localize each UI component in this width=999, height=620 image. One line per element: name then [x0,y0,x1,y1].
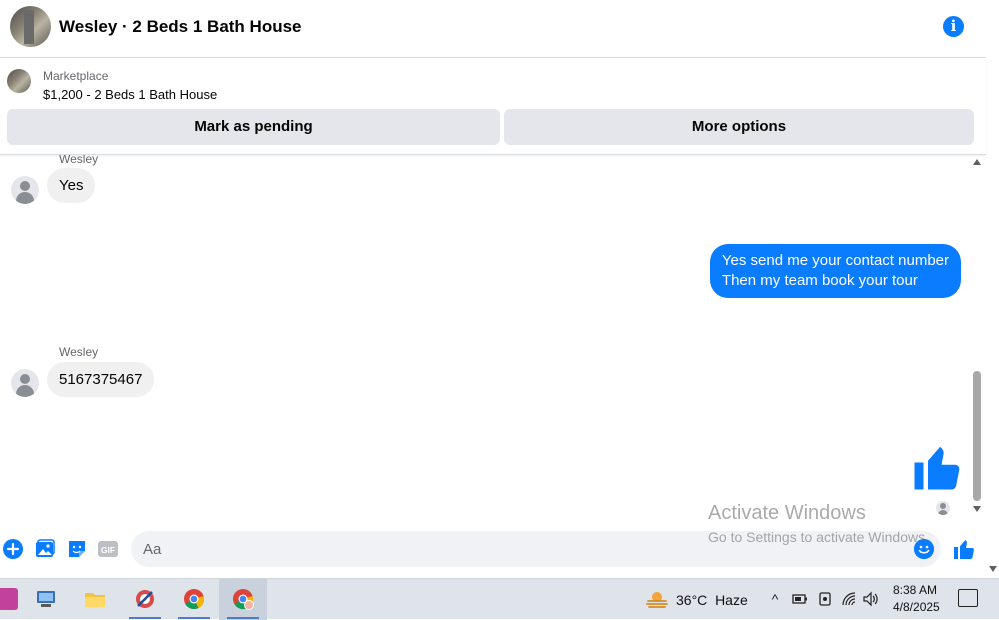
sender-name: Wesley [59,345,99,359]
emoji-icon[interactable] [914,539,934,559]
listing-item-title[interactable]: $1,200 - 2 Beds 1 Bath House [43,87,217,102]
app-icon [0,588,18,610]
gif-icon[interactable]: GIF [98,539,118,559]
weather-temp: 36°C [676,592,708,608]
weather-widget[interactable]: 36°C Haze [676,592,748,608]
listing-avatar[interactable] [10,6,51,47]
image-icon[interactable] [35,539,55,559]
info-icon[interactable]: i [943,16,964,37]
message-list: Wesley Yes Yes send me your contact numb… [0,155,970,517]
taskbar-app-file-explorer[interactable] [71,579,119,620]
avatar[interactable] [11,369,39,397]
snipping-tool-icon [136,590,154,608]
message-input[interactable] [131,531,941,567]
thumbs-up-icon[interactable] [910,440,964,494]
conversation-header: Wesley · 2 Beds 1 Bath House i [0,0,986,58]
taskbar-app-chrome[interactable] [170,579,218,620]
thumbs-up-icon[interactable] [952,537,976,561]
wifi-icon[interactable] [841,591,857,607]
message-bubble-incoming[interactable]: 5167375467 [47,362,155,397]
notification-icon[interactable] [958,589,978,607]
listing-thumbnail[interactable] [7,69,31,93]
scroll-up-arrow[interactable] [973,159,981,165]
taskbar-app-snipping[interactable] [121,579,169,620]
page-scroll-down-arrow[interactable] [989,566,997,572]
marketplace-listing-bar: Marketplace $1,200 - 2 Beds 1 Bath House… [0,59,986,155]
more-options-button[interactable]: More options [504,109,974,145]
message-bubble-incoming[interactable]: Yes [47,168,96,203]
chevron-up-icon[interactable]: ^ [767,591,783,607]
taskbar-app-chrome-profile[interactable] [219,579,267,620]
clock-time[interactable]: 8:38 AM [893,583,937,597]
avatar[interactable] [11,176,39,204]
conversation-title[interactable]: Wesley · 2 Beds 1 Bath House [59,17,302,37]
messenger-window: Wesley · 2 Beds 1 Bath House i Marketpla… [0,0,986,578]
marketplace-label: Marketplace [43,69,109,83]
windows-taskbar: 36°C Haze ^ 8:38 AM 4/8/2025 [0,578,999,620]
battery-icon[interactable] [792,592,808,606]
haze-icon[interactable] [645,588,669,612]
message-line: Yes send me your contact number [721,252,949,269]
scroll-down-arrow[interactable] [973,506,981,512]
volume-icon[interactable] [863,591,879,607]
sticker-icon[interactable] [67,539,87,559]
message-line: Then my team book your tour [721,272,918,289]
computer-icon [37,591,55,607]
weather-condition: Haze [715,592,748,608]
svg-text:GIF: GIF [101,545,115,555]
taskbar-app-computer[interactable] [22,579,70,620]
mark-as-pending-button[interactable]: Mark as pending [7,109,500,145]
message-bubble-outgoing[interactable]: Yes send me your contact number Then my … [709,244,961,298]
chrome-icon [233,589,254,610]
plus-icon[interactable] [3,539,23,559]
sender-name: Wesley [59,155,99,166]
chrome-icon [184,589,205,610]
seen-avatar [936,501,950,515]
folder-icon [85,593,105,607]
scroll-thumb[interactable] [973,371,981,501]
message-composer: GIF [0,528,986,572]
message-scrollbar[interactable] [970,155,985,517]
meet-now-icon[interactable] [817,591,833,607]
clock-date[interactable]: 4/8/2025 [893,600,940,614]
